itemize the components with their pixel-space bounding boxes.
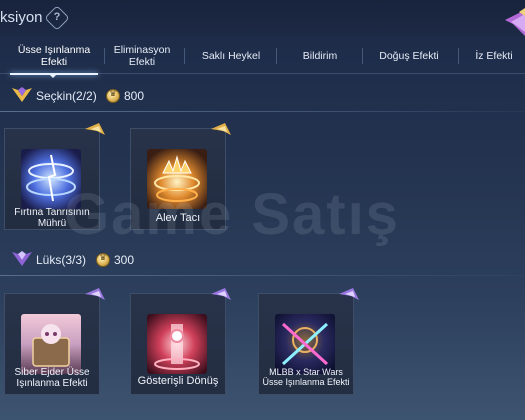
section-header-elite: Seçkin(2/2) 800 — [0, 86, 525, 112]
showy-return-art — [147, 314, 207, 374]
cyber-dragon-art — [21, 314, 81, 374]
coin-icon — [96, 253, 110, 267]
tab-base-teleport[interactable]: Üsse Işınlanma Efekti — [8, 38, 100, 75]
tab-notification[interactable]: Bildirim — [282, 38, 358, 74]
card-corner-ornament-icon — [339, 288, 359, 300]
section-cost: 800 — [124, 89, 145, 103]
card-corner-ornament-icon — [211, 288, 231, 300]
effect-card[interactable]: Alev Tacı — [130, 123, 231, 230]
effect-name: Siber Ejder Üsse Işınlanma Efekti — [14, 367, 90, 389]
section-title: Seçkin(2/2) — [36, 89, 97, 103]
effect-card[interactable]: Siber Ejder Üsse Işınlanma Efekti — [4, 288, 105, 395]
effect-name: Fırtına Tanrısının Mührü — [14, 207, 90, 229]
top-bar: ksiyon ? — [0, 0, 525, 36]
section-title: Lüks(3/3) — [36, 253, 87, 267]
effect-card[interactable]: Fırtına Tanrısının Mührü — [4, 123, 105, 230]
card-corner-ornament-icon — [85, 123, 105, 135]
coin-icon — [106, 89, 120, 103]
help-icon[interactable]: ? — [44, 5, 70, 31]
section-header-luxury: Lüks(3/3) 300 — [0, 250, 525, 276]
tab-trail-effect[interactable]: İz Efekti — [464, 38, 524, 74]
active-tab-indicator — [48, 73, 58, 78]
effect-card[interactable]: Gösterişli Dönüş — [130, 288, 231, 395]
storm-seal-art — [21, 149, 81, 209]
purple-rank-icon — [12, 251, 32, 266]
tab-spawn-effect[interactable]: Doğuş Efekti — [364, 38, 454, 74]
watermark: Game Satış — [64, 182, 400, 247]
effect-name: Alev Tacı — [155, 212, 201, 224]
effect-name: Gösterişli Dönüş — [137, 375, 219, 387]
rank-crest-icon — [505, 8, 525, 36]
effect-name: MLBB x Star Wars Üsse Işınlanma Efekti — [262, 367, 350, 387]
star-wars-art — [275, 314, 335, 374]
tab-elimination[interactable]: Eliminasyon Efekti — [106, 38, 178, 74]
section-cost: 300 — [114, 253, 135, 267]
effect-card[interactable]: MLBB x Star Wars Üsse Işınlanma Efekti — [258, 288, 359, 395]
purple-gold-rank-icon — [12, 87, 32, 102]
tab-hidden-statue[interactable]: Saklı Heykel — [188, 38, 274, 74]
card-corner-ornament-icon — [211, 123, 231, 135]
page-title: ksiyon — [0, 9, 43, 26]
card-corner-ornament-icon — [85, 288, 105, 300]
flame-crown-art — [147, 149, 207, 209]
category-tabs: Üsse Işınlanma Efekti Eliminasyon Efekti… — [0, 38, 525, 75]
